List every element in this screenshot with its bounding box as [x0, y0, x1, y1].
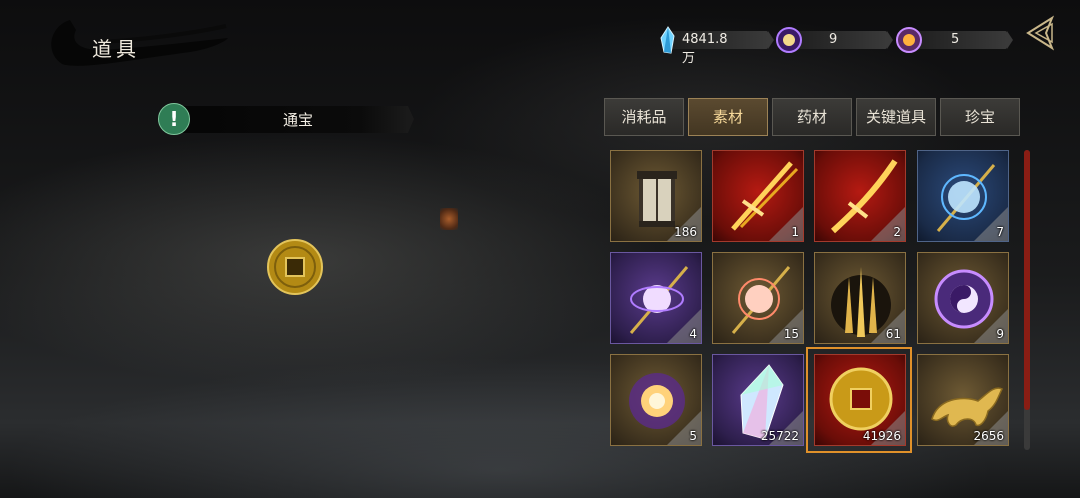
item-slot[interactable]: 1 — [712, 150, 804, 242]
tab-treasures[interactable]: 珍宝 — [940, 98, 1020, 136]
item-slot[interactable]: 61 — [814, 252, 906, 344]
tab-materials[interactable]: 素材 — [688, 98, 768, 136]
item-slot[interactable]: 9 — [917, 252, 1009, 344]
selected-item-banner: ! 通宝 — [158, 103, 414, 135]
item-slot[interactable]: 2656 — [917, 354, 1009, 446]
item-quantity: 61 — [885, 327, 901, 341]
alert-icon[interactable]: ! — [158, 103, 190, 135]
item-quantity: 1 — [791, 225, 799, 239]
item-quantity: 5 — [689, 429, 697, 443]
item-quantity: 7 — [996, 225, 1004, 239]
item-quantity: 186 — [674, 225, 697, 239]
item-quantity: 4 — [689, 327, 697, 341]
currency-value: 5 — [951, 32, 960, 47]
item-slot[interactable]: 186 — [610, 150, 702, 242]
item-slot[interactable]: 7 — [917, 150, 1009, 242]
item-slot[interactable]: 15 — [712, 252, 804, 344]
currency-value: 4841.8万 — [682, 32, 728, 66]
item-quantity: 2656 — [973, 429, 1004, 443]
item-quantity: 15 — [783, 327, 799, 341]
inventory-scrollbar[interactable] — [1024, 150, 1030, 450]
page-title: 道具 — [92, 37, 140, 61]
purple-orb-icon — [776, 27, 802, 53]
item-quantity: 9 — [996, 327, 1004, 341]
item-slot[interactable]: 25722 — [712, 354, 804, 446]
scrollbar-thumb[interactable] — [1024, 150, 1030, 410]
spirit-crystal-icon — [660, 26, 675, 54]
gold-orb-icon — [896, 27, 922, 53]
back-button[interactable] — [1022, 14, 1060, 52]
tab-herbs[interactable]: 药材 — [772, 98, 852, 136]
tab-key-items[interactable]: 关键道具 — [856, 98, 936, 136]
tab-consumables[interactable]: 消耗品 — [604, 98, 684, 136]
item-quantity: 25722 — [760, 429, 799, 443]
copper-coin-preview-icon — [267, 239, 323, 295]
selected-item-name: 通宝 — [282, 111, 313, 129]
currency-value: 9 — [829, 32, 838, 47]
item-quantity: 2 — [893, 225, 901, 239]
item-quantity: 41926 — [862, 429, 901, 443]
background-lantern — [440, 208, 458, 230]
item-slot[interactable]: 4 — [610, 252, 702, 344]
item-slot[interactable]: 5 — [610, 354, 702, 446]
item-slot[interactable]: 2 — [814, 150, 906, 242]
item-slot[interactable]: 41926 — [814, 354, 906, 446]
